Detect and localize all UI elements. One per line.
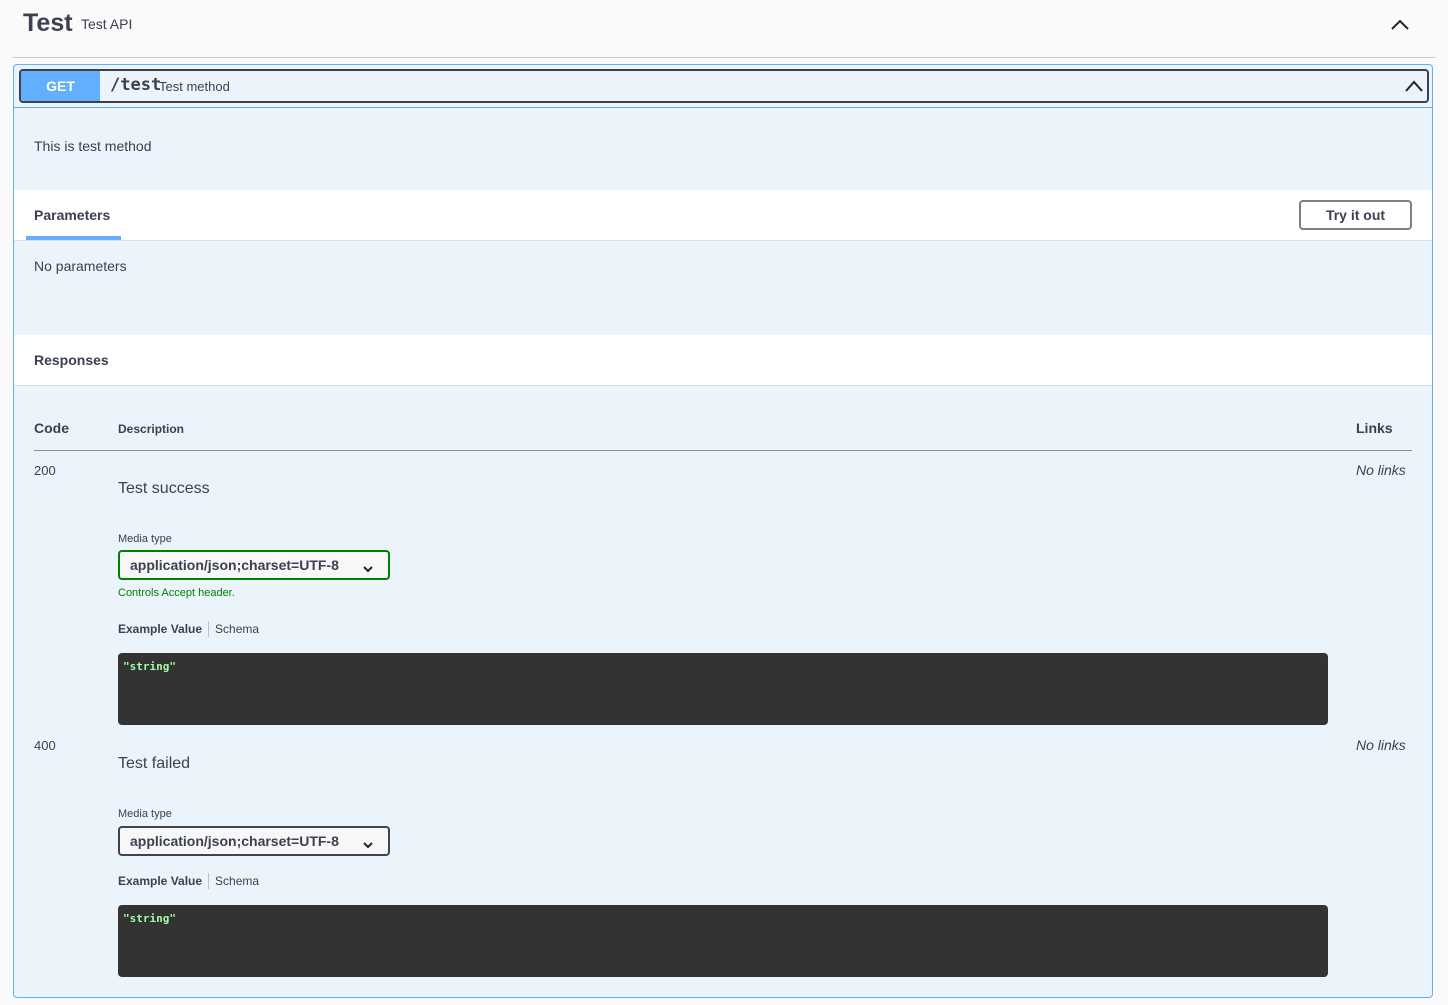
method-badge: GET <box>21 71 100 101</box>
example-tabs: Example Value Schema <box>118 873 259 889</box>
tag-header[interactable]: Test Test API <box>12 0 1436 58</box>
response-links: No links <box>1356 462 1406 478</box>
tab-schema[interactable]: Schema <box>215 622 259 636</box>
responses-title: Responses <box>34 352 109 368</box>
operation-summary[interactable]: GET /test Test method <box>19 69 1429 103</box>
example-code-block: "string" <box>118 905 1328 977</box>
example-code: "string" <box>123 660 176 673</box>
chevron-up-icon[interactable] <box>1403 77 1425 95</box>
tab-underline <box>26 236 121 240</box>
chevron-down-icon <box>362 561 374 573</box>
controls-accept-note: Controls Accept header. <box>118 587 235 599</box>
responses-header: Responses <box>14 335 1432 386</box>
divider <box>208 873 210 889</box>
no-parameters-text: No parameters <box>34 258 127 274</box>
column-header-links: Links <box>1356 420 1393 436</box>
media-type-label: Media type <box>118 808 172 820</box>
parameters-header: Parameters Try it out <box>14 190 1432 241</box>
operation-block: GET /test Test method This is test metho… <box>13 64 1433 998</box>
example-code: "string" <box>123 912 176 925</box>
response-description: Test failed <box>118 755 191 772</box>
tab-example-value[interactable]: Example Value <box>118 622 202 636</box>
column-header-code: Code <box>34 420 69 436</box>
try-it-out-button[interactable]: Try it out <box>1299 200 1412 230</box>
response-description: Test success <box>118 480 210 497</box>
example-tabs: Example Value Schema <box>118 621 259 637</box>
divider <box>14 107 1432 108</box>
operation-path: /test <box>110 75 162 95</box>
chevron-down-icon <box>362 837 374 849</box>
tab-parameters[interactable]: Parameters <box>34 207 110 223</box>
media-type-select[interactable]: application/json;charset=UTF-8 <box>118 550 390 580</box>
table-divider <box>34 450 1412 451</box>
column-header-description: Description <box>118 422 185 436</box>
operation-summary-text: Test method <box>159 79 230 94</box>
response-code: 200 <box>34 463 56 478</box>
media-type-value: application/json;charset=UTF-8 <box>130 557 339 573</box>
media-type-select[interactable]: application/json;charset=UTF-8 <box>118 826 390 856</box>
response-links: No links <box>1356 737 1406 753</box>
tag-title: Test <box>23 9 73 37</box>
tab-schema[interactable]: Schema <box>215 874 259 888</box>
tag-description: Test API <box>81 16 133 32</box>
media-type-value: application/json;charset=UTF-8 <box>130 833 339 849</box>
example-code-block: "string" <box>118 653 1328 725</box>
chevron-up-icon[interactable] <box>1388 14 1412 34</box>
divider <box>208 621 210 637</box>
media-type-label: Media type <box>118 533 172 545</box>
operation-description: This is test method <box>34 138 152 154</box>
tab-example-value[interactable]: Example Value <box>118 874 202 888</box>
response-code: 400 <box>34 738 56 753</box>
